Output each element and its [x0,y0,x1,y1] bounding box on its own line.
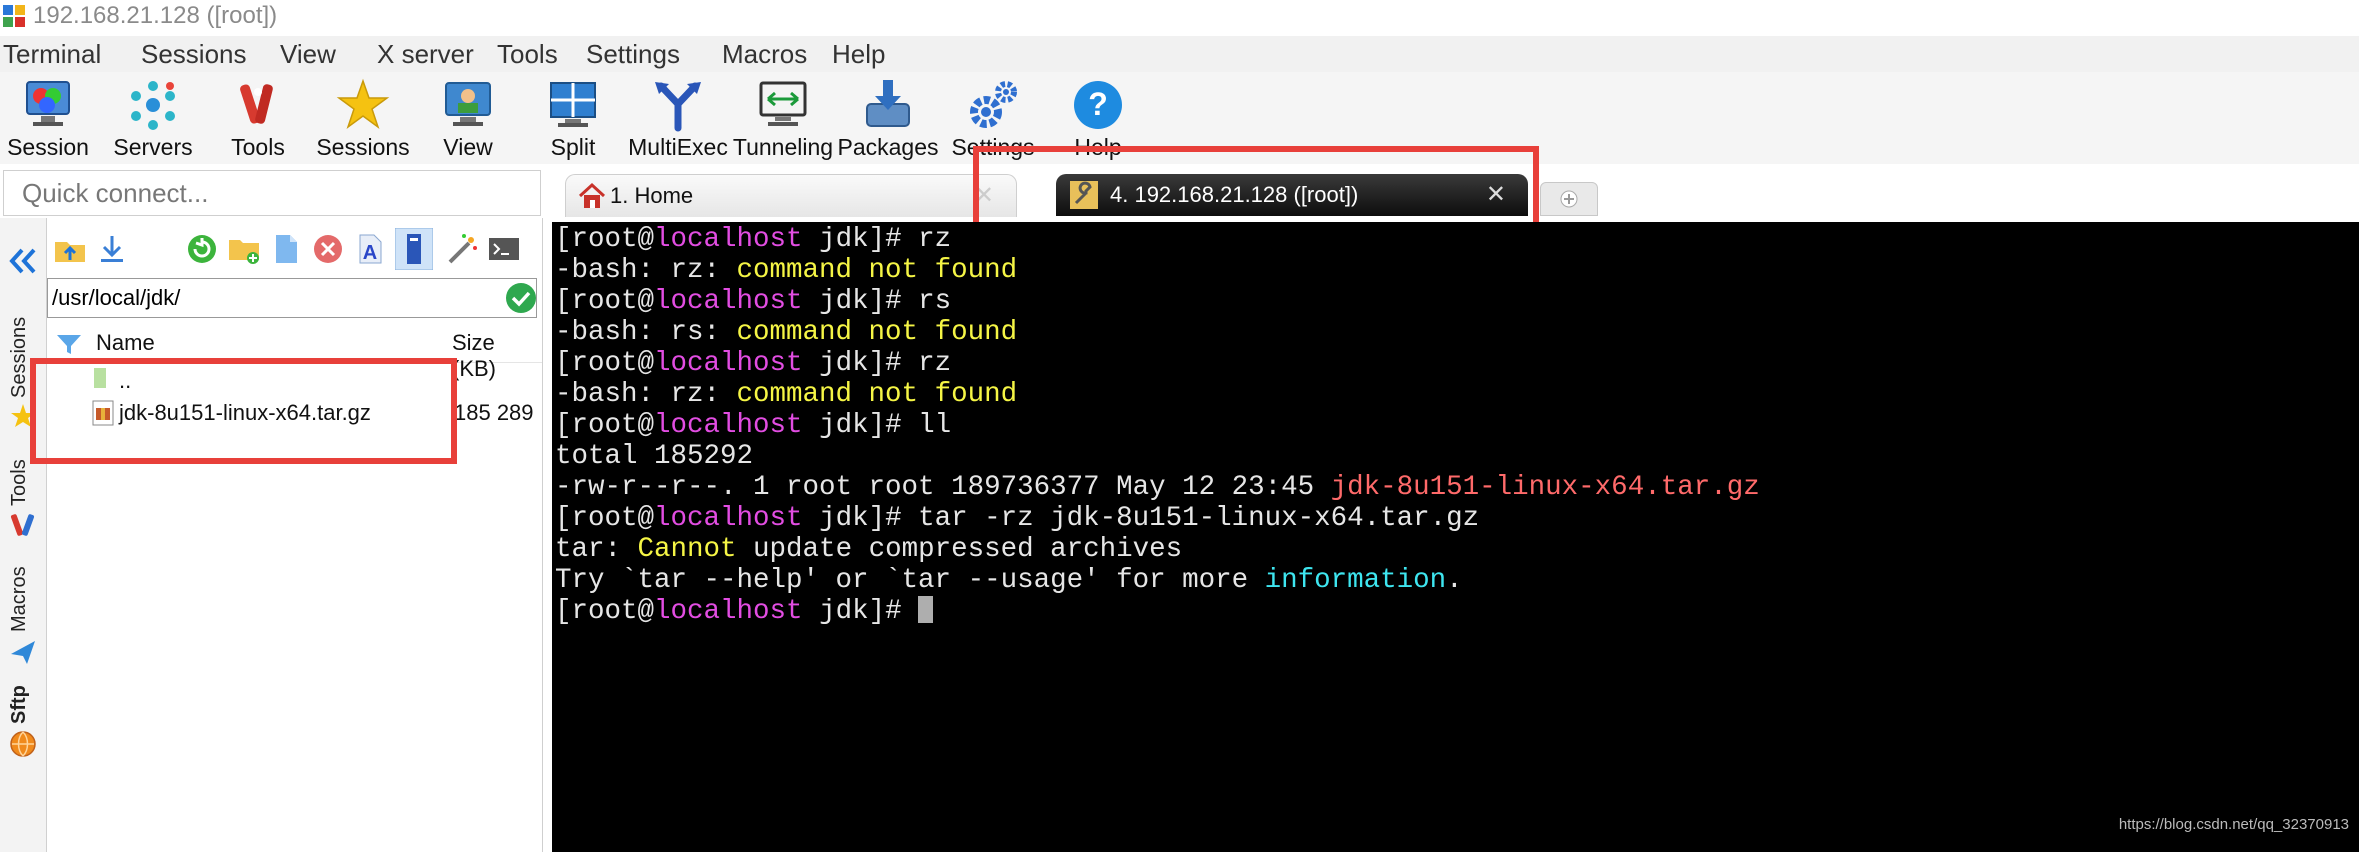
terminal-line: -rw-r--r--. 1 root root 189736377 May 12… [555,472,1760,503]
file-list-header: Name Size (KB) [47,326,542,381]
parent-folder-icon[interactable] [53,232,87,266]
new-file-icon[interactable] [269,232,303,266]
tab-sessions-vertical[interactable]: Sessions [0,300,46,440]
main-toolbar: Session Servers Tools Sessions View Spli… [0,72,2359,164]
split-icon [550,82,596,127]
collapse-panel-icon[interactable] [6,244,40,278]
help-button[interactable]: ? Help [1048,72,1148,164]
tab-home[interactable]: 1. Home ✕ [565,174,1017,217]
terminal-line: -bash: rz: command not found [555,379,1018,410]
file-row-jdk-archive[interactable]: jdk-8u151-linux-x64.tar.gz 185 289 [47,396,542,430]
terminal-line: tar: Cannot update compressed archives [555,534,1183,565]
sftp-toolbar: A [47,224,542,274]
terminal-icon[interactable] [487,232,521,266]
terminal-line: -bash: rz: command not found [555,255,1018,286]
column-name[interactable]: Name [96,330,155,356]
menu-view[interactable]: View [280,36,336,72]
star-icon [11,404,35,427]
terminal-line: [root@localhost jdk]# rs [555,286,952,317]
archive-file-icon [92,400,114,426]
terminal-cursor [918,596,934,623]
plus-icon [1560,190,1578,208]
menu-tools[interactable]: Tools [497,36,558,72]
sftp-globe-icon [10,731,36,757]
remote-path-input[interactable]: /usr/local/jdk/ [47,278,537,318]
ssh-wrench-icon [1070,181,1098,209]
parent-directory-icon [94,368,106,388]
paper-plane-icon [11,641,35,664]
menu-settings[interactable]: Settings [586,36,680,72]
terminal-line: total 185292 [555,441,754,472]
rename-icon[interactable]: A [353,232,387,266]
menu-terminal[interactable]: Terminal [3,36,101,72]
session-icon [26,81,70,126]
quick-connect-input[interactable]: Quick connect... [3,170,541,216]
checkmark-icon[interactable] [505,282,537,314]
terminal-line: [root@localhost jdk]# tar -rz jdk-8u151-… [555,503,1480,534]
menu-help[interactable]: Help [832,36,885,72]
show-hidden-icon[interactable] [395,228,433,270]
sftp-panel: A /usr/local/jdk/ Name Size (KB) .. jdk-… [47,218,543,852]
terminal-line: [root@localhost jdk]# ll [555,410,952,441]
star-icon [336,78,390,129]
tools-icon [10,514,35,536]
menu-sessions[interactable]: Sessions [141,36,247,72]
menu-bar: Terminal Sessions View X server Tools Se… [0,36,2359,72]
refresh-icon[interactable] [185,232,219,266]
tab-bar: 1. Home ✕ 4. 192.168.21.128 ([root]) ✕ [543,164,2359,222]
gear-icon [970,81,1017,128]
terminal-line: [root@localhost jdk]# rz [555,348,952,379]
menu-x-server[interactable]: X server [377,36,474,72]
mobaxterm-logo-icon [3,5,25,27]
tools-icon [240,84,273,124]
svg-text:?: ? [1088,86,1108,122]
servers-icon [131,81,175,130]
download-icon[interactable] [95,232,129,266]
multiexec-icon [655,82,701,132]
tunneling-icon [759,81,807,126]
tab-ssh-session[interactable]: 4. 192.168.21.128 ([root]) ✕ [1056,174,1528,216]
close-icon[interactable]: ✕ [974,181,994,210]
terminal-line: [root@localhost jdk]# rz [555,224,952,255]
tab-tools-vertical[interactable]: Tools [0,450,46,550]
svg-text:A: A [363,242,377,264]
magic-wand-icon[interactable] [445,232,479,266]
tab-sftp-vertical[interactable]: Sftp [0,680,46,780]
view-icon [445,82,491,126]
terminal-screen[interactable]: [root@localhost jdk]# rz -bash: rz: comma… [552,222,2359,852]
terminal-line: Try `tar --help' or `tar --usage' for mo… [555,565,1463,596]
home-icon [578,182,606,208]
terminal-line: -bash: rs: command not found [555,317,1018,348]
help-icon: ? [1074,81,1122,129]
close-icon[interactable]: ✕ [1486,180,1506,209]
sort-filter-icon[interactable] [56,332,82,356]
delete-icon[interactable] [311,232,345,266]
watermark: https://blog.csdn.net/qq_32370913 [2118,816,2349,833]
title-bar: 192.168.21.128 ([root]) [0,0,2359,32]
packages-icon [866,80,910,127]
file-row-parent[interactable]: .. [47,364,542,398]
menu-macros[interactable]: Macros [722,36,807,72]
window-title: 192.168.21.128 ([root]) [33,2,278,29]
new-folder-icon[interactable] [227,232,261,266]
new-tab-button[interactable] [1540,182,1598,216]
terminal-line: [root@localhost jdk]# [555,596,934,627]
tab-macros-vertical[interactable]: Macros [0,560,46,680]
